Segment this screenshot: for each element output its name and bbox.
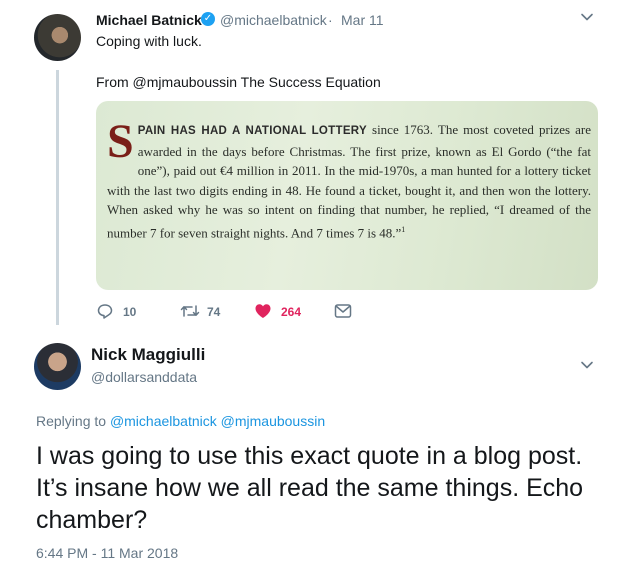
drop-cap: S	[107, 115, 134, 168]
replying-to-label: Replying to	[36, 413, 107, 429]
retweet-icon[interactable]	[180, 302, 200, 320]
excerpt-lead: PAIN HAS HAD A NATIONAL LOTTERY	[137, 125, 367, 137]
replying-to-line: Replying to @michaelbatnick @mjmauboussi…	[36, 413, 325, 429]
chevron-down-icon[interactable]	[580, 358, 594, 372]
author-name[interactable]: Michael Batnick	[96, 12, 202, 28]
separator-dot: ·	[328, 12, 333, 28]
thread-connector-line	[56, 70, 59, 325]
author-handle[interactable]: @dollarsanddata	[91, 369, 197, 385]
avatar-nick-maggiulli[interactable]	[34, 343, 81, 390]
tweet-date[interactable]: Mar 11	[341, 12, 384, 28]
heart-icon[interactable]	[254, 302, 272, 320]
tweet-photo-book-excerpt[interactable]: S PAIN HAS HAD A NATIONAL LOTTERY since 1…	[96, 101, 598, 290]
excerpt-body: since 1763. The most coveted prizes are …	[107, 122, 591, 240]
reply-icon[interactable]	[96, 302, 114, 320]
tweet-source-line: From @mjmauboussin The Success Equation	[96, 74, 381, 90]
excerpt-footnote: 1	[401, 224, 406, 234]
tweet-timestamp[interactable]: 6:44 PM - 11 Mar 2018	[36, 545, 178, 561]
direct-message-icon[interactable]	[334, 303, 352, 319]
author-name[interactable]: Nick Maggiulli	[91, 345, 205, 365]
like-count: 264	[281, 305, 302, 319]
avatar-michael-batnick[interactable]	[34, 14, 81, 61]
reply-count: 10	[123, 305, 137, 319]
book-excerpt-text: S PAIN HAS HAD A NATIONAL LOTTERY since 1…	[107, 115, 591, 242]
chevron-down-icon[interactable]	[580, 10, 594, 24]
replying-to-mentions[interactable]: @michaelbatnick @mjmauboussin	[110, 413, 325, 429]
tweet-text: Coping with luck.	[96, 33, 202, 49]
author-handle[interactable]: @michaelbatnick	[220, 12, 327, 28]
tweet-text: I was going to use this exact quote in a…	[36, 442, 584, 534]
verified-badge-icon: ✓	[201, 12, 215, 26]
retweet-count: 74	[207, 305, 221, 319]
